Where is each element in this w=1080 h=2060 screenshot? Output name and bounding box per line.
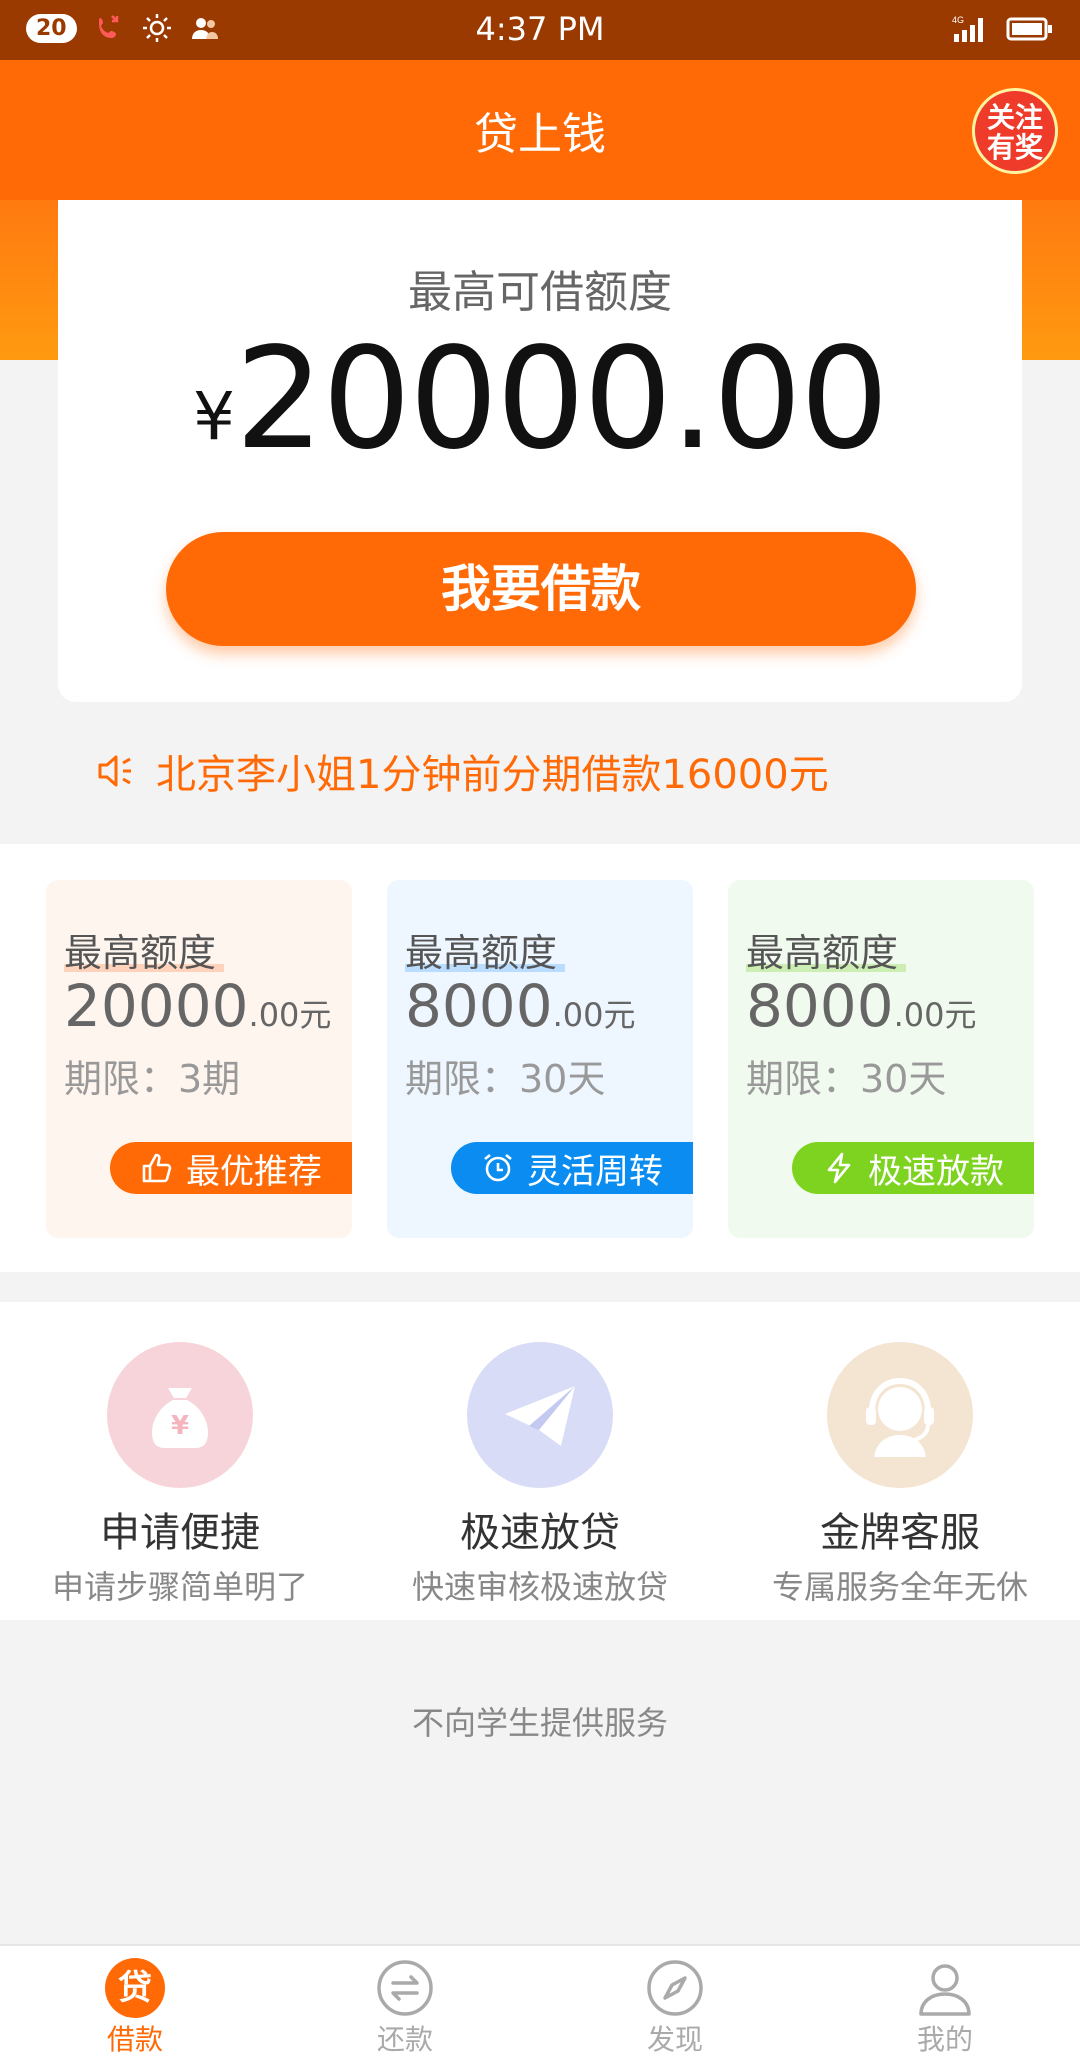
product-label: 最高额度 [64, 931, 217, 975]
feature-item: 极速放贷 快速审核极速放贷 [375, 1342, 705, 1608]
loan-products: 最高额度 20000.00元 期限：3期 最优推荐 最高额度 8000.00元 … [0, 844, 1080, 1272]
product-card[interactable]: 最高额度 20000.00元 期限：3期 最优推荐 [46, 880, 352, 1238]
loan-icon: 贷 [105, 1958, 165, 2018]
feature-icon-circle [827, 1342, 973, 1488]
borrow-button[interactable]: 我要借款 [166, 532, 916, 646]
headset-agent-icon [866, 1377, 934, 1457]
tab-label: 借款 [106, 2023, 163, 2056]
speaker-icon [98, 755, 131, 787]
product-term: 期限：30天 [405, 1057, 606, 1101]
lightning-icon [827, 1152, 851, 1184]
feature-icon-circle: ¥ [107, 1342, 253, 1488]
page-title: 贷上钱 [474, 109, 606, 160]
credit-limit-card: 最高可借额度 ¥20000.00 我要借款 [58, 200, 1022, 702]
repay-icon [377, 1960, 433, 2016]
compass-icon [647, 1960, 703, 2016]
tab-borrow[interactable]: 贷 借款 [65, 1958, 205, 2058]
follow-reward-badge[interactable]: 关注 有奖 [972, 88, 1058, 174]
currency-symbol: ¥ [192, 378, 235, 455]
feature-icon-circle [467, 1342, 613, 1488]
student-notice: 不向学生提供服务 [411, 1704, 668, 1742]
product-tag[interactable]: 极速放款 [792, 1142, 1034, 1194]
money-bag-icon: ¥ [151, 1388, 209, 1448]
svg-text:¥: ¥ [171, 1411, 189, 1441]
tab-repay[interactable]: 还款 [335, 1958, 475, 2058]
feature-title: 金牌客服 [820, 1510, 980, 1556]
feature-subtitle: 专属服务全年无休 [771, 1568, 1028, 1606]
product-card[interactable]: 最高额度 8000.00元 期限：30天 灵活周转 [387, 880, 693, 1238]
credit-limit-label: 最高可借额度 [408, 267, 672, 318]
paper-plane-icon [505, 1386, 575, 1446]
credit-limit-value: 20000.00 [234, 318, 889, 481]
tab-discover[interactable]: 发现 [605, 1958, 745, 2058]
thumbs-up-icon [142, 1153, 172, 1183]
status-time: 4:37 PM [475, 10, 605, 48]
ticker-text: 北京李小姐1分钟前分期借款16000元 [156, 752, 829, 798]
tab-label: 还款 [376, 2023, 433, 2056]
tab-label: 我的 [916, 2023, 973, 2056]
battery-icon [1006, 17, 1052, 41]
feature-item: ¥ 申请便捷 申请步骤简单明了 [15, 1342, 345, 1608]
product-term: 期限：3期 [64, 1057, 241, 1101]
feature-highlights: ¥ 申请便捷 申请步骤简单明了 极速放贷 快速审核极速放贷 金牌客服 专属服务全… [0, 1302, 1080, 1620]
signal-icon: 4G [952, 15, 983, 42]
credit-limit-amount: ¥20000.00 [58, 318, 1022, 481]
feature-subtitle: 快速审核极速放贷 [411, 1568, 668, 1606]
tab-profile[interactable]: 我的 [875, 1958, 1015, 2058]
loan-ticker: 北京李小姐1分钟前分期借款16000元 [96, 742, 829, 800]
alarm-clock-icon [484, 1153, 512, 1182]
tab-label: 发现 [646, 2023, 703, 2056]
product-label: 最高额度 [746, 931, 899, 975]
product-term: 期限：30天 [746, 1057, 947, 1101]
profile-icon [919, 1964, 971, 2016]
product-tag[interactable]: 最优推荐 [110, 1142, 352, 1194]
product-amount: 8000.00元 [405, 972, 636, 1040]
feature-subtitle: 申请步骤简单明了 [51, 1568, 308, 1606]
bottom-tab-bar: 贷 借款 还款 发现 我的 [0, 1944, 1080, 2060]
product-amount: 20000.00元 [64, 972, 332, 1040]
feature-title: 极速放贷 [460, 1510, 620, 1556]
product-card[interactable]: 最高额度 8000.00元 期限：30天 极速放款 [728, 880, 1034, 1238]
product-tag[interactable]: 灵活周转 [451, 1142, 693, 1194]
product-label: 最高额度 [405, 931, 558, 975]
status-bar: 20 4:37 PM 4G [0, 0, 1080, 60]
feature-title: 申请便捷 [100, 1510, 260, 1556]
feature-item: 金牌客服 专属服务全年无休 [735, 1342, 1065, 1608]
network-type: 4G [952, 15, 964, 25]
product-amount: 8000.00元 [746, 972, 977, 1040]
app-header: 贷上钱 关注 有奖 [0, 60, 1080, 200]
